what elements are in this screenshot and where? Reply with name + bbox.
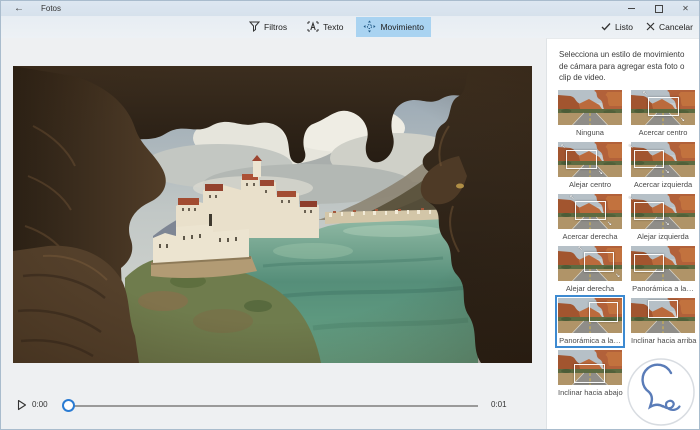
option-thumbnail	[631, 297, 695, 333]
option-label: Acercar izquierda	[633, 179, 693, 189]
option-thumbnail	[558, 89, 622, 125]
play-button[interactable]	[17, 398, 29, 411]
cancel-label: Cancelar	[658, 22, 693, 32]
option-acercar-derecha[interactable]: Acercar derecha	[558, 193, 622, 241]
option-panoramica-2-selected[interactable]: Panorámica a la…	[555, 294, 625, 348]
maximize-button[interactable]	[645, 1, 672, 16]
minimize-button[interactable]	[618, 1, 645, 16]
x-icon	[646, 22, 655, 33]
option-thumbnail	[558, 297, 622, 333]
option-panoramica-1[interactable]: Panorámica a la…	[631, 245, 695, 293]
toolbar: Filtros Texto Movimiento Listo Cancelar	[1, 16, 699, 38]
motion-frame-overlay	[628, 143, 670, 176]
option-label: Ninguna	[576, 127, 604, 137]
option-label: Alejar centro	[568, 179, 612, 189]
option-thumbnail	[628, 141, 695, 177]
photos-app-window: ← Fotos ✕ Filtros Texto Movimiento Listo…	[0, 0, 700, 430]
tab-filtros-label: Filtros	[264, 22, 288, 32]
option-label: Acercar centro	[638, 127, 688, 137]
option-label: Alejar derecha	[565, 283, 615, 293]
motion-frame-overlay	[589, 302, 619, 322]
back-arrow-icon[interactable]: ←	[14, 3, 24, 14]
toolbar-actions: Listo Cancelar	[601, 17, 693, 37]
titlebar: ← Fotos ✕	[1, 1, 699, 16]
tab-texto-label: Texto	[323, 22, 344, 32]
tab-filtros[interactable]: Filtros	[242, 17, 294, 37]
done-label: Listo	[615, 22, 633, 32]
timeline-thumb[interactable]	[62, 399, 75, 412]
option-thumbnail	[558, 193, 622, 229]
tab-movimiento-label: Movimiento	[380, 22, 424, 32]
motion-frame-overlay	[634, 253, 664, 273]
motion-frame-overlay	[560, 143, 602, 176]
option-alejar-derecha[interactable]: Alejar derecha	[558, 245, 622, 293]
option-inclinar-abajo[interactable]: Inclinar hacia abajo	[558, 349, 623, 397]
option-alejar-izquierda[interactable]: Alejar izquierda	[628, 193, 695, 241]
photo-canvas	[13, 66, 532, 363]
motion-frame-overlay	[569, 194, 611, 227]
option-label: Acercar derecha	[562, 231, 618, 241]
maximize-icon	[654, 4, 663, 13]
option-thumbnail	[558, 245, 622, 281]
panel-instruction: Selecciona un estilo de movimiento de cá…	[559, 50, 685, 83]
option-ninguna[interactable]: Ninguna	[558, 89, 622, 137]
motion-frame-overlay	[642, 90, 684, 123]
option-acercar-centro[interactable]: Acercar centro	[631, 89, 695, 137]
option-thumbnail	[558, 349, 622, 385]
tab-texto[interactable]: Texto	[300, 17, 350, 37]
motion-options-grid: Ninguna Acercar centro Alejar centro Ace…	[547, 89, 699, 397]
motion-frame-overlay	[578, 245, 620, 278]
motion-icon	[363, 20, 376, 35]
close-button[interactable]: ✕	[672, 1, 699, 16]
motion-frame-overlay	[628, 195, 670, 228]
motion-frame-overlay	[648, 299, 678, 319]
window-controls: ✕	[618, 1, 699, 16]
option-thumbnail	[631, 245, 695, 281]
filter-icon	[248, 21, 261, 34]
option-thumbnail	[558, 141, 622, 177]
motion-frame-overlay	[574, 364, 605, 383]
motion-panel: Selecciona un estilo de movimiento de cá…	[546, 38, 699, 429]
timeline-track[interactable]	[69, 405, 478, 407]
duration-time: 0:01	[491, 400, 507, 409]
cancel-button[interactable]: Cancelar	[646, 17, 693, 37]
close-icon: ✕	[682, 3, 689, 13]
minimize-icon	[628, 8, 635, 9]
option-thumbnail	[628, 193, 695, 229]
option-alejar-centro[interactable]: Alejar centro	[558, 141, 622, 189]
elapsed-time: 0:00	[32, 400, 48, 409]
option-inclinar-arriba[interactable]: Inclinar hacia arriba	[631, 297, 697, 345]
option-label: Inclinar hacia arriba	[631, 335, 697, 345]
edit-tabs: Filtros Texto Movimiento	[242, 17, 431, 37]
tab-movimiento[interactable]: Movimiento	[356, 17, 431, 37]
option-label: Alejar izquierda	[637, 231, 689, 241]
lightbulb-watermark-logo	[625, 356, 697, 428]
option-label: Inclinar hacia abajo	[558, 387, 623, 397]
app-title: Fotos	[41, 4, 62, 13]
text-icon	[307, 20, 319, 34]
option-acercar-izquierda[interactable]: Acercar izquierda	[628, 141, 695, 189]
photo-preview[interactable]	[13, 66, 532, 363]
option-label: Panorámica a la…	[632, 283, 694, 293]
check-icon	[601, 22, 611, 33]
option-thumbnail	[631, 89, 695, 125]
option-label: Panorámica a la…	[559, 335, 621, 345]
done-button[interactable]: Listo	[601, 17, 633, 37]
